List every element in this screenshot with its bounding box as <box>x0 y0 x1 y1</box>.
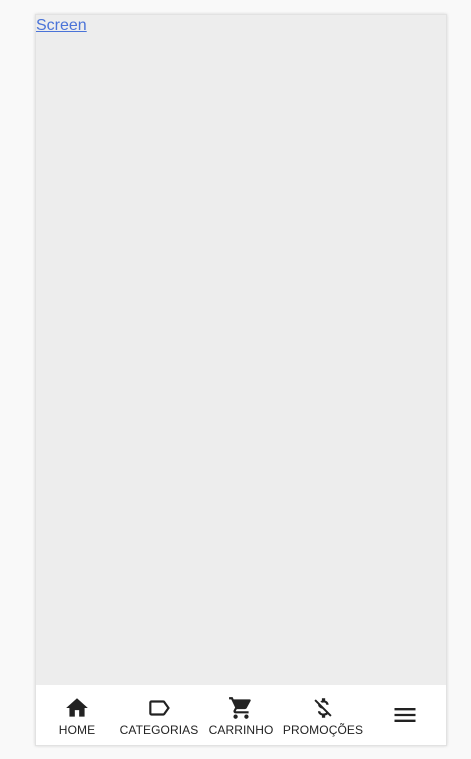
nav-label-categorias: CATEGORIAS <box>119 722 199 737</box>
screen-content: Screen <box>36 15 446 685</box>
home-icon <box>63 694 91 722</box>
nav-label-home: HOME <box>58 722 96 737</box>
label-tag-icon <box>145 694 173 722</box>
money-off-icon <box>309 694 337 722</box>
nav-item-carrinho[interactable]: CARRINHO <box>200 685 282 745</box>
bottom-navigation: HOME CATEGORIAS CARRINHO PROMOÇÕES <box>36 685 446 745</box>
nav-item-categorias[interactable]: CATEGORIAS <box>118 685 200 745</box>
nav-label-carrinho: CARRINHO <box>208 722 274 737</box>
nav-label-promocoes: PROMOÇÕES <box>282 722 364 737</box>
nav-item-promocoes[interactable]: PROMOÇÕES <box>282 685 364 745</box>
menu-icon <box>391 701 419 729</box>
device-frame: Screen HOME CATEGORIAS CARRINHO PROMOÇÕE… <box>35 14 447 746</box>
shopping-cart-icon <box>227 694 255 722</box>
screen-link[interactable]: Screen <box>36 17 87 35</box>
nav-item-home[interactable]: HOME <box>36 685 118 745</box>
nav-item-menu[interactable] <box>364 685 446 745</box>
